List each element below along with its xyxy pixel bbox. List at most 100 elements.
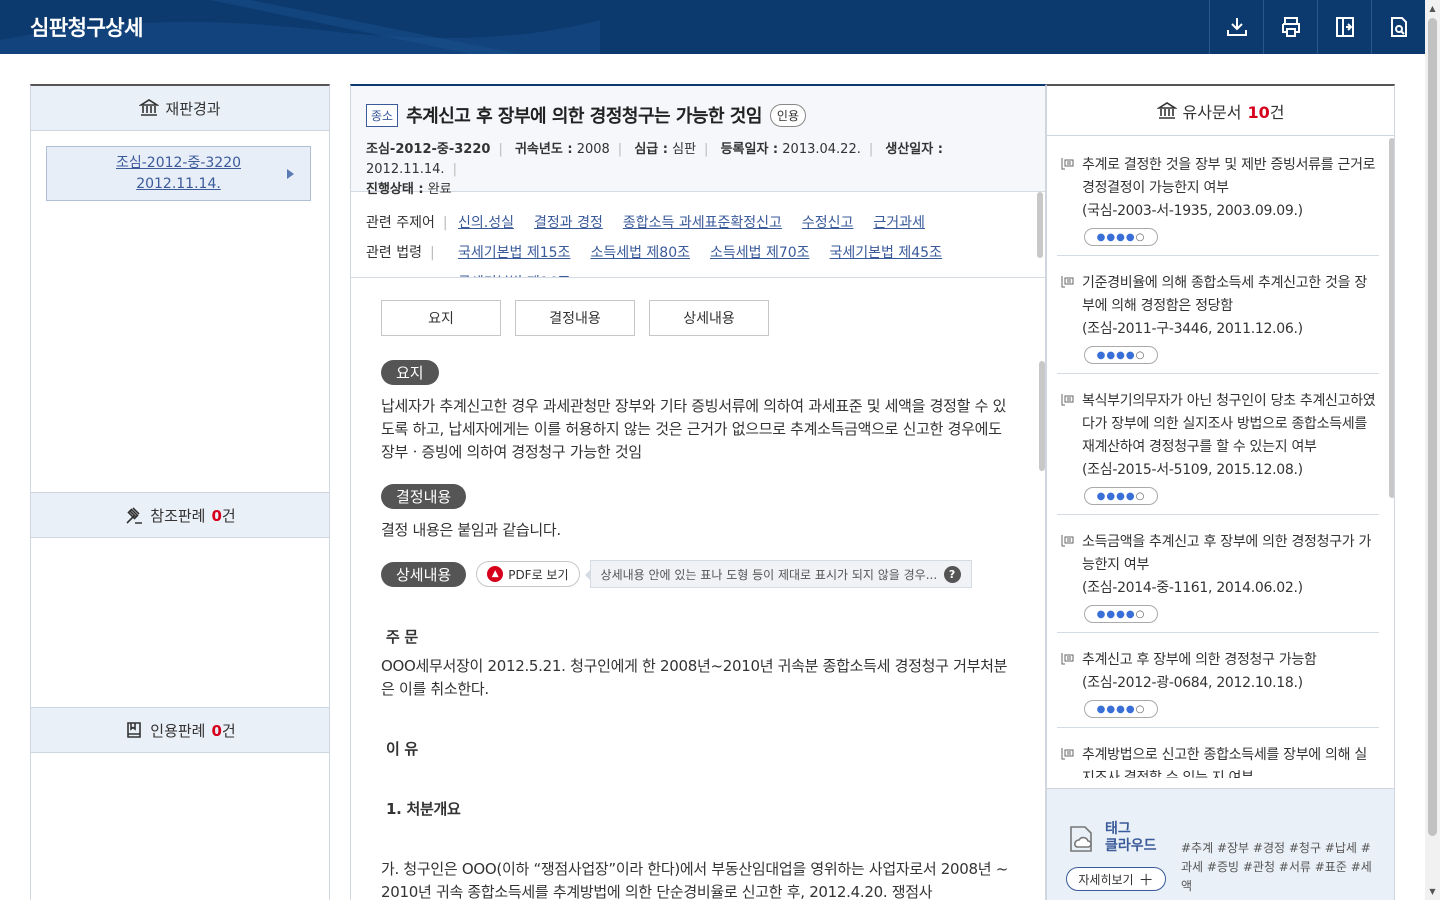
case-number-link[interactable]: 조심-2012-중-3220 [47,153,310,174]
cited-cases-section: 인용판례 0건 [31,707,329,753]
document-meta: 조심-2012-중-3220 | 귀속년도 : 2008 | 심급 : 심판 | 등록… [366,142,943,197]
related-topic-link[interactable]: 결정과 경정 [534,208,603,238]
caret-right-icon [287,169,294,179]
tab-detail[interactable]: 상세내용 [649,300,769,336]
document-content: 요지 결정내용 상세내용 요지 납세자가 추계신고한 경우 과세관청만 장부와 … [351,278,1045,900]
registered-label: 등록일자 : [720,142,779,157]
similar-docs-list: 추계로 결정한 것을 장부 및 제반 증빙서류를 근거로 경정결정이 가능한지 … [1057,138,1379,778]
similar-doc-title[interactable]: 복식부기의무자가 아닌 청구인이 당초 추계신고하였다가 장부에 의한 실지조사… [1082,390,1379,459]
produced-label: 생산일자 : [885,142,943,157]
view-more-button[interactable]: 자세히보기 ＋ [1066,867,1166,891]
download-icon [1226,18,1247,36]
document-tree-icon [1061,535,1074,547]
scroll-up-icon[interactable]: ▲ [1428,4,1437,13]
document-title-box: 종소 추계신고 후 장부에 의한 경정청구는 가능한 것임 인용 조심-2012… [351,86,1045,197]
summary-heading: 요지 [381,360,439,385]
similar-docs-count: 10 [1247,102,1270,122]
related-topics-row: 관련 주제어 신의.성실 결정과 경정 종합소득 과세표준확정신고 수정신고 근… [366,208,1030,238]
similarity-rating: ●●●● ○ [1084,605,1158,623]
count-suffix: 건 [221,506,236,525]
print-button[interactable] [1263,0,1317,54]
decision-heading: 결정내용 [381,484,467,509]
similar-doc-title[interactable]: 추계신고 후 장부에 의한 경정청구 가능함 [1082,649,1379,672]
similarity-rating: ●●●● ○ [1084,228,1158,246]
courthouse-icon [139,99,160,116]
level-label: 심급 : [634,142,668,157]
registered-date: 2013.04.22. [782,142,861,157]
section-tabs: 요지 결정내용 상세내용 [381,300,1015,336]
left-panel: 재판경과 조심-2012-중-3220 2012.11.14. 참조판례 0건 인… [30,84,330,900]
toolbar [1209,0,1425,54]
related-info: 관련 주제어 신의.성실 결정과 경정 종합소득 과세표준확정신고 수정신고 근… [351,192,1045,278]
pdf-view-label: PDF로 보기 [508,567,569,582]
cited-cases-count: 0 [211,721,222,740]
detail-heading: 상세내용 [381,561,467,587]
related-topics-label: 관련 주제어 [366,208,458,238]
similarity-rating: ●●●● ○ [1084,700,1158,718]
related-law-link[interactable]: 국세기본법 제15조 [458,238,570,268]
pdf-view-button[interactable]: ▲ PDF로 보기 [476,561,580,587]
scroll-down-icon[interactable]: ▼ [1428,887,1437,896]
pdf-icon: ▲ [487,566,504,582]
download-button[interactable] [1209,0,1263,54]
similar-doc-item[interactable]: 추계방법으로 신고한 종합소득세를 장부에 의해 실지조사 결정할 수 있는 지… [1057,728,1379,778]
top-header: 심판청구상세 [0,0,1425,54]
display-notice[interactable]: 상세내용 안에 있는 표나 도형 등이 제대로 표시가 되지 않을 경우... … [584,560,972,588]
body-paragraph: 가. 청구인은 OOO(이하 “쟁점사업장”이라 한다)에서 부동산임대업을 영… [381,860,1008,900]
case-history-card[interactable]: 조심-2012-중-3220 2012.11.14. [46,146,311,201]
related-law-link[interactable]: 국세기본법 제16조 [458,268,570,277]
similar-doc-item[interactable]: 복식부기의무자가 아닌 청구인이 당초 추계신고하였다가 장부에 의한 실지조사… [1057,374,1379,515]
similar-doc-item[interactable]: 추계로 결정한 것을 장부 및 제반 증빙서류를 근거로 경정결정이 가능한지 … [1057,138,1379,256]
section-heading: 1. 처분개요 [386,800,461,818]
export-button[interactable] [1317,0,1371,54]
year-value: 2008 [576,142,610,157]
reference-cases-header: 참조판례 0건 [31,493,329,538]
decision-text: 결정 내용은 붙임과 같습니다. [381,521,561,539]
tag-cloud-icon [1070,826,1092,852]
tab-summary[interactable]: 요지 [381,300,501,336]
related-scrollbar[interactable] [1037,192,1043,258]
similar-doc-title[interactable]: 소득금액을 추계신고 후 장부에 의한 경정청구가 가능한지 여부 [1082,531,1379,577]
similar-doc-item[interactable]: 추계신고 후 장부에 의한 경정청구 가능함 (조심-2012-광-0684, … [1057,633,1379,728]
page-title: 심판청구상세 [30,16,143,40]
similar-doc-item[interactable]: 기준경비율에 의해 종합소득세 추계신고한 것을 장부에 의해 경정함은 정당함… [1057,256,1379,374]
related-topic-link[interactable]: 신의.성실 [458,208,514,238]
help-icon[interactable]: ? [943,566,961,583]
similarity-rating: ●●●● ○ [1084,346,1158,364]
case-number: 조심-2012-중-3220 [366,142,491,157]
tax-type-tag: 종소 [366,103,399,127]
related-topic-link[interactable]: 근거과세 [873,208,925,238]
summary-text: 납세자가 추계신고한 경우 과세관청만 장부와 기타 증빙서류에 의하여 과세표… [381,397,1007,461]
similar-doc-title[interactable]: 기준경비율에 의해 종합소득세 추계신고한 것을 장부에 의해 경정함은 정당함 [1082,272,1379,318]
similar-docs-scrollbar[interactable] [1389,138,1394,498]
print-icon [1281,17,1300,37]
related-topic-link[interactable]: 종합소득 과세표준확정신고 [623,208,782,238]
page-scrollbar[interactable]: ▲ ▼ [1425,0,1440,900]
cited-cases-title: 인용판례 [150,721,206,740]
year-label: 귀속년도 : [514,142,573,157]
document-tree-icon [1061,276,1074,288]
search-document-button[interactable] [1371,0,1425,54]
main-document: 종소 추계신고 후 장부에 의한 경정청구는 가능한 것임 인용 조심-2012… [350,84,1046,900]
related-law-link[interactable]: 소득세법 제70조 [710,238,810,268]
tag-cloud-title: 태그 클라우드 [1105,821,1157,855]
view-more-label: 자세히보기 [1078,872,1134,887]
tag-cloud-tags[interactable]: #추계 #장부 #경정 #청구 #납세 #과세 #증빙 #관청 #서류 #표준 … [1181,839,1381,896]
related-laws-row: 관련 법령 국세기본법 제15조 소득세법 제80조 소득세법 제70조 국세기… [366,238,1030,277]
result-tag: 인용 [769,103,806,127]
order-text: OOO세무서장이 2012.5.21. 청구인에게 한 2008년~2010년 … [381,657,1008,698]
similar-doc-title[interactable]: 추계방법으로 신고한 종합소득세를 장부에 의해 실지조사 결정할 수 있는 지… [1082,744,1379,778]
scroll-thumb[interactable] [1428,18,1437,836]
similar-doc-item[interactable]: 소득금액을 추계신고 후 장부에 의한 경정청구가 가능한지 여부 (조심-20… [1057,515,1379,633]
related-topic-link[interactable]: 수정신고 [802,208,854,238]
case-date-link[interactable]: 2012.11.14. [47,174,310,195]
document-tree-icon [1061,394,1074,406]
related-law-link[interactable]: 소득세법 제80조 [590,238,690,268]
similarity-rating: ●●●● ○ [1084,487,1158,505]
trial-history-header: 재판경과 [31,86,329,131]
similar-doc-ref: (조심-2011-구-3446, 2011.12.06.) [1082,321,1303,337]
similar-doc-title[interactable]: 추계로 결정한 것을 장부 및 제반 증빙서류를 근거로 경정결정이 가능한지 … [1082,154,1379,200]
related-law-link[interactable]: 국세기본법 제45조 [830,238,942,268]
tab-decision[interactable]: 결정내용 [515,300,635,336]
content-scrollbar[interactable] [1039,361,1045,471]
